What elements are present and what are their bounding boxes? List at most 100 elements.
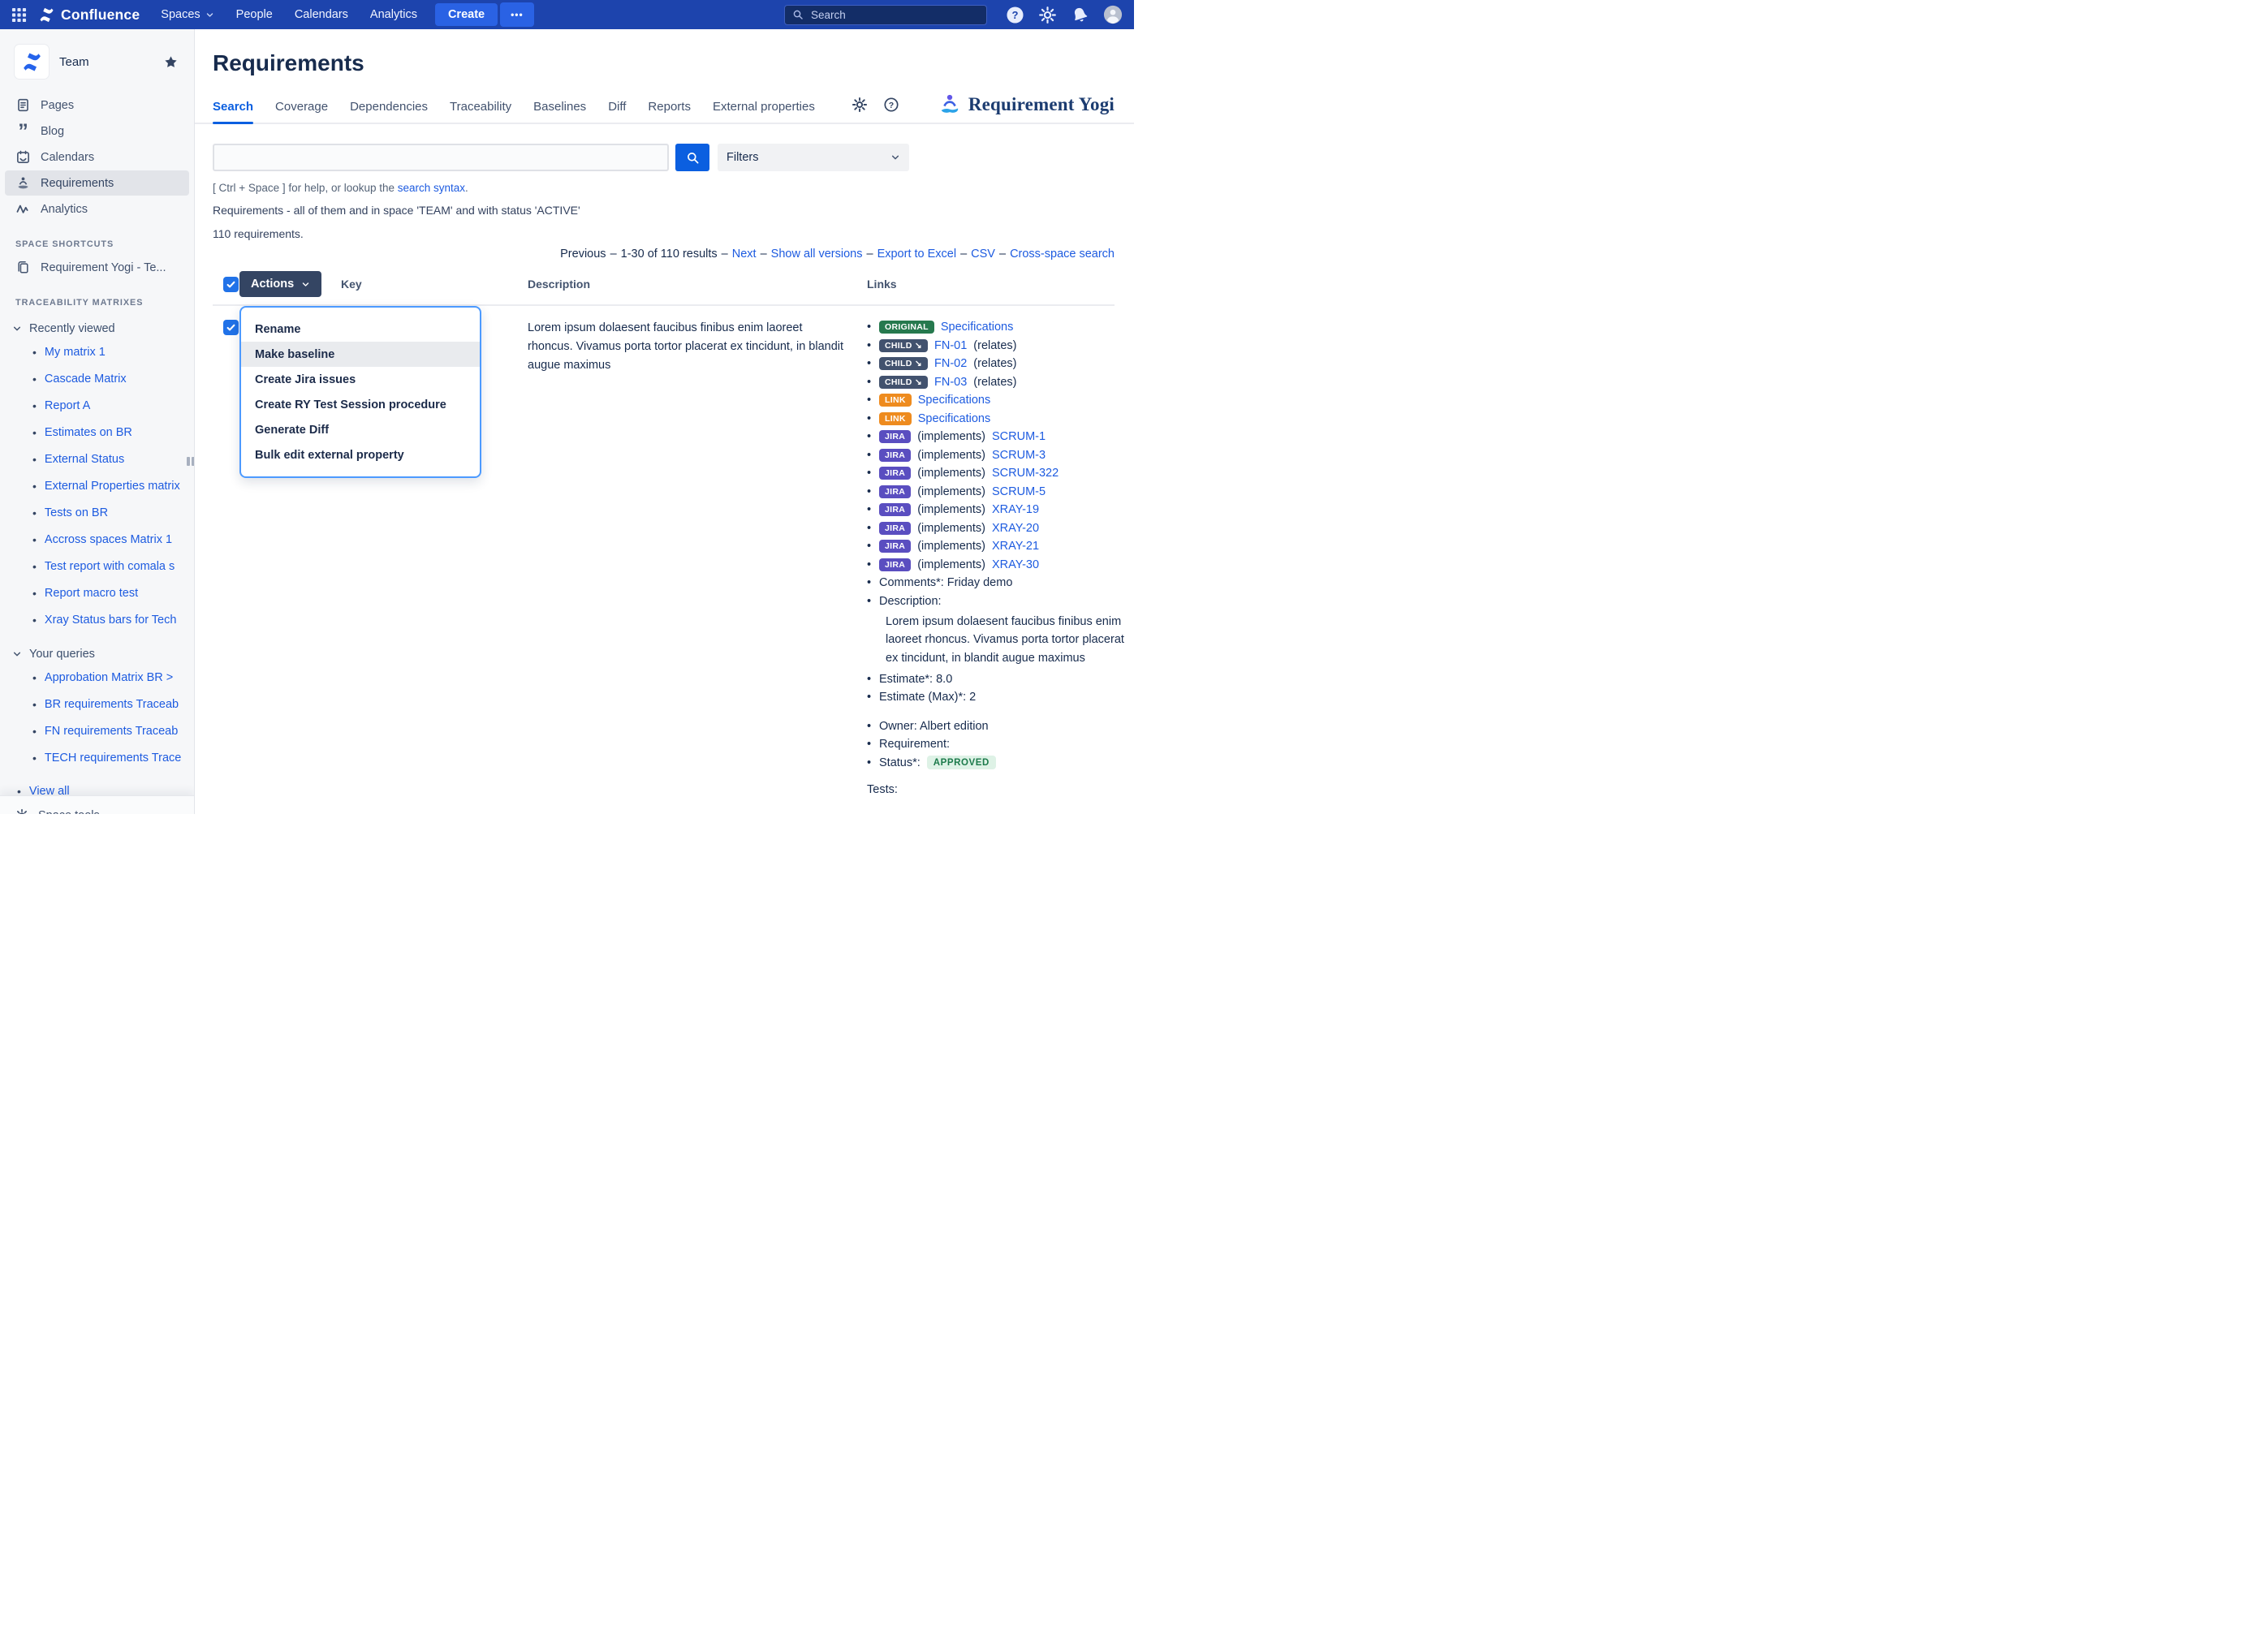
pagination-next[interactable]: Next — [732, 248, 757, 261]
matrix-link-report-macro-test[interactable]: Report macro test — [45, 587, 138, 600]
favorite-star-icon[interactable] — [164, 55, 178, 69]
global-search-input[interactable] — [809, 8, 979, 22]
confluence-logo[interactable]: Confluence — [38, 6, 140, 24]
matrix-link-xray-status-bars-for-tech[interactable]: Xray Status bars for Tech — [45, 614, 177, 627]
requirement-link-xray-21[interactable]: XRAY-21 — [992, 540, 1039, 553]
matrix-link-accross-spaces-matrix-1[interactable]: Accross spaces Matrix 1 — [45, 533, 172, 546]
settings-gear-icon[interactable] — [1038, 6, 1057, 24]
create-button[interactable]: Create — [435, 3, 498, 26]
requirement-link-specifications[interactable]: Specifications — [941, 321, 1013, 334]
list-item: My matrix 1 — [0, 338, 194, 365]
nav-item-calendars[interactable]: Calendars — [295, 8, 348, 21]
sidebar-item-calendars[interactable]: Calendars — [5, 144, 189, 170]
matrix-link-fn-requirements-traceab[interactable]: FN requirements Traceab — [45, 725, 178, 738]
filters-select[interactable]: Filters — [718, 144, 909, 171]
pagination-link-export-to-excel[interactable]: Export to Excel — [877, 248, 957, 261]
ry-help-icon[interactable]: ? — [883, 97, 899, 113]
results-count: 110 requirements. — [213, 227, 1115, 240]
tab-external-properties[interactable]: External properties — [713, 100, 815, 123]
sidebar-resize-handle[interactable] — [187, 457, 195, 466]
actions-button[interactable]: Actions — [239, 271, 321, 297]
matrix-link-br-requirements-traceab[interactable]: BR requirements Traceab — [45, 698, 179, 711]
tab-coverage[interactable]: Coverage — [275, 100, 328, 123]
pagination-link-cross-space-search[interactable]: Cross-space search — [1010, 248, 1115, 261]
tab-dependencies[interactable]: Dependencies — [350, 100, 428, 123]
requirement-link-fn-02[interactable]: FN-02 — [934, 357, 967, 370]
requirement-link-xray-20[interactable]: XRAY-20 — [992, 522, 1039, 535]
requirement-link-scrum-322[interactable]: SCRUM-322 — [992, 467, 1059, 480]
matrix-link-cascade-matrix[interactable]: Cascade Matrix — [45, 373, 127, 385]
group-your-queries[interactable]: Your queries — [12, 648, 194, 661]
tab-search[interactable]: Search — [213, 100, 253, 123]
requirement-link-scrum-1[interactable]: SCRUM-1 — [992, 430, 1046, 443]
tab-reports[interactable]: Reports — [648, 100, 691, 123]
pagination-link-show-all-versions[interactable]: Show all versions — [771, 248, 863, 261]
requirement-link-fn-03[interactable]: FN-03 — [934, 376, 967, 389]
sidebar-item-pages[interactable]: Pages — [5, 93, 189, 118]
matrix-link-tech-requirements-trace[interactable]: TECH requirements Trace — [45, 752, 181, 764]
requirement-link-xray-19[interactable]: XRAY-19 — [992, 503, 1039, 516]
link-item: CHILD ↘FN-02 (relates) — [867, 355, 1134, 373]
menu-item-generate-diff[interactable]: Generate Diff — [241, 417, 480, 442]
link-item: JIRA(implements)SCRUM-5 — [867, 483, 1134, 502]
sidebar-item-blog[interactable]: ”Blog — [5, 118, 189, 144]
matrix-link-estimates-on-br[interactable]: Estimates on BR — [45, 426, 132, 439]
link-relation: (implements) — [917, 522, 985, 535]
sidebar-item-requirements[interactable]: Requirements — [5, 170, 189, 196]
list-item: Test report with comala s — [0, 553, 194, 579]
requirements-search-input[interactable] — [213, 144, 669, 171]
status-list: Status*: APPROVED — [867, 753, 1134, 772]
requirement-yogi-logo[interactable]: Requirement Yogi — [938, 93, 1115, 117]
requirement-link-scrum-3[interactable]: SCRUM-3 — [992, 449, 1046, 462]
group-recently-viewed[interactable]: Recently viewed — [12, 322, 194, 335]
matrix-link-test-report-with-comala-s[interactable]: Test report with comala s — [45, 560, 175, 573]
matrix-link-my-matrix-1[interactable]: My matrix 1 — [45, 346, 106, 359]
matrix-link-tests-on-br[interactable]: Tests on BR — [45, 506, 108, 519]
ry-settings-gear-icon[interactable] — [852, 97, 868, 113]
nav-item-people[interactable]: People — [236, 8, 273, 21]
list-item: Approbation Matrix BR > — [0, 664, 194, 691]
tab-traceability[interactable]: Traceability — [450, 100, 511, 123]
search-button[interactable] — [675, 144, 709, 171]
space-header: Team — [0, 29, 194, 92]
requirement-link-specifications[interactable]: Specifications — [918, 412, 990, 425]
pagination-link-csv[interactable]: CSV — [971, 248, 995, 261]
requirement-link-xray-30[interactable]: XRAY-30 — [992, 558, 1039, 571]
pagination-previous: Previous — [560, 248, 606, 261]
tab-baselines[interactable]: Baselines — [533, 100, 586, 123]
menu-item-create-jira-issues[interactable]: Create Jira issues — [241, 367, 480, 392]
link-relation: (implements) — [917, 485, 985, 498]
sidebar-item-analytics[interactable]: Analytics — [5, 196, 189, 222]
notifications-bell-icon[interactable] — [1071, 6, 1089, 24]
search-syntax-link[interactable]: search syntax — [398, 182, 465, 194]
nav-item-analytics[interactable]: Analytics — [370, 8, 417, 21]
matrix-link-external-status[interactable]: External Status — [45, 453, 124, 466]
list-item: TECH requirements Trace — [0, 744, 194, 771]
menu-item-create-ry-test-session-procedure[interactable]: Create RY Test Session procedure — [241, 392, 480, 417]
requirement-link-specifications[interactable]: Specifications — [918, 394, 990, 407]
matrix-link-external-properties-matrix[interactable]: External Properties matrix — [45, 480, 180, 493]
space-tools[interactable]: Space tools — [0, 795, 194, 814]
menu-item-rename[interactable]: Rename — [241, 317, 480, 342]
global-search[interactable] — [784, 5, 987, 25]
tab-diff[interactable]: Diff — [608, 100, 626, 123]
help-icon[interactable]: ? — [1006, 6, 1024, 24]
matrix-link-report-a[interactable]: Report A — [45, 399, 90, 412]
nav-item-spaces[interactable]: Spaces — [161, 8, 213, 21]
badge-child: CHILD ↘ — [879, 339, 928, 352]
more-button[interactable]: ••• — [500, 2, 534, 27]
app-switcher-icon[interactable] — [11, 7, 27, 23]
requirement-link-scrum-5[interactable]: SCRUM-5 — [992, 485, 1046, 498]
select-all-checkbox[interactable] — [223, 277, 239, 292]
shortcut-requirement-yogi-te[interactable]: Requirement Yogi - Te... — [5, 255, 189, 280]
menu-item-make-baseline[interactable]: Make baseline — [241, 342, 480, 367]
row-checkbox[interactable] — [223, 320, 239, 335]
menu-item-bulk-edit-external-property[interactable]: Bulk edit external property — [241, 442, 480, 467]
space-tools-label: Space tools — [38, 809, 100, 814]
space-logo[interactable] — [15, 45, 49, 79]
user-avatar[interactable] — [1103, 5, 1123, 24]
requirement-link-fn-01[interactable]: FN-01 — [934, 339, 967, 352]
matrix-link-approbation-matrix-br[interactable]: Approbation Matrix BR > — [45, 671, 173, 684]
group-label: Recently viewed — [29, 322, 115, 335]
link-item: Comments*: Friday demo — [867, 574, 1134, 592]
